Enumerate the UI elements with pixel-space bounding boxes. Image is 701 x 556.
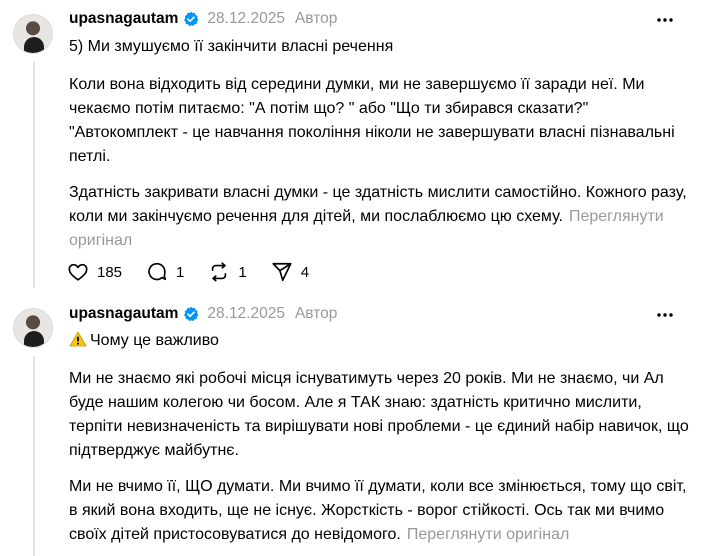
verified-badge-icon [184,306,199,322]
warning-icon [69,331,87,347]
post-body: Чому це важливо Ми не знаємо які робочі … [69,329,689,556]
post-title-row: Чому це важливо [69,329,689,353]
post-title: 5) Ми змушуємо її закінчити власні речен… [69,38,394,55]
author-label: Автор [294,305,338,322]
post-header: upasnagautam 28.12.2025 Автор [69,303,337,325]
reply-button[interactable]: 1 [146,261,184,283]
send-icon [272,262,292,282]
post-title: Чому це важливо [90,332,219,349]
thread-post: upasnagautam 28.12.2025 Автор Чому це ва… [0,296,701,556]
like-count: 185 [97,263,123,281]
avatar[interactable] [13,14,53,54]
thread-line [33,62,35,288]
author-label: Автор [294,10,338,27]
post-date[interactable]: 28.12.2025 [207,305,285,323]
share-count: 4 [300,263,310,281]
post-header: upasnagautam 28.12.2025 Автор [69,8,337,30]
repost-button[interactable]: 1 [208,261,247,283]
share-button[interactable]: 4 [271,261,309,283]
post-paragraph: Ми не вчимо її, ЩО думати. Ми вчимо її д… [69,478,687,543]
avatar[interactable] [13,308,53,348]
repost-icon [212,262,227,282]
like-button[interactable]: 185 [67,261,122,283]
action-bar: 185 1 1 4 [67,260,333,284]
heart-icon [68,263,88,281]
comment-icon [148,262,167,281]
post-paragraph-last: Ми не вчимо її, ЩО думати. Ми вчимо її д… [69,475,689,547]
username[interactable]: upasnagautam [69,10,178,28]
see-original-link[interactable]: Переглянути оригінал [407,526,569,543]
verified-badge-icon [184,11,199,27]
post-paragraph: Ми не знаємо які робочі місця існуватиму… [69,370,689,459]
reply-count: 1 [176,263,185,281]
post-body: 5) Ми змушуємо її закінчити власні речен… [69,35,689,265]
username[interactable]: upasnagautam [69,305,178,323]
more-options-icon[interactable] [655,10,675,30]
thread-post: upasnagautam 28.12.2025 Автор 5) Ми змуш… [0,0,701,296]
post-paragraph: Коли вона відходить від середини думки, … [69,76,675,165]
post-paragraph-last: Здатність закривати власні думки - це зд… [69,181,689,253]
more-options-icon[interactable] [655,305,675,325]
repost-count: 1 [238,263,247,281]
thread-line [33,356,35,556]
post-date[interactable]: 28.12.2025 [207,10,285,28]
